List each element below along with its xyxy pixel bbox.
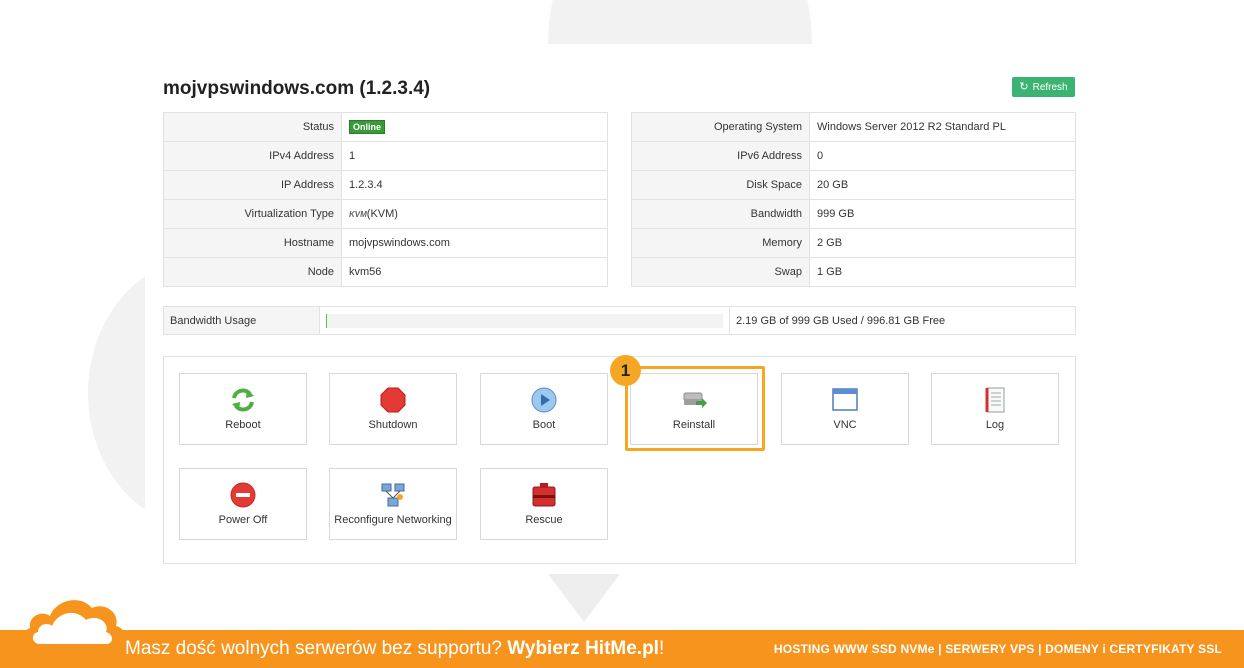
reboot-button[interactable]: Reboot — [179, 373, 307, 445]
refresh-icon: ↻ — [1019, 80, 1029, 93]
background-arc — [548, 0, 812, 44]
info-row: Disk Space 20 GB — [631, 170, 1076, 200]
reconfigure-networking-label: Reconfigure Networking — [334, 514, 452, 526]
boot-label: Boot — [532, 419, 556, 431]
info-key: IPv6 Address — [631, 141, 810, 171]
footer-suffix: ! — [658, 638, 665, 659]
log-label: Log — [985, 419, 1005, 431]
info-value: Windows Server 2012 R2 Standard PL — [809, 112, 1076, 142]
refresh-button[interactable]: ↻ Refresh — [1012, 77, 1075, 97]
info-row: Node kvm56 — [163, 257, 608, 287]
info-key: Virtualization Type — [163, 199, 342, 229]
rescue-button[interactable]: Rescue — [480, 468, 608, 540]
page-title: mojvpswindows.com (1.2.3.4) — [163, 78, 431, 99]
info-row: Memory 2 GB — [631, 228, 1076, 258]
bandwidth-summary: 2.19 GB of 999 GB Used / 996.81 GB Free — [736, 314, 946, 327]
info-value: 1.2.3.4 — [341, 170, 608, 200]
footer-slogan: Masz dość wolnych serwerów bez supportu?… — [125, 638, 664, 660]
bandwidth-bar-cell — [320, 307, 730, 334]
step-number-badge: 1 — [610, 355, 641, 386]
info-row: IP Address 1.2.3.4 — [163, 170, 608, 200]
cloud-logo-icon — [21, 600, 126, 650]
power-off-icon — [230, 482, 256, 508]
bandwidth-progress-fill — [326, 313, 327, 328]
vnc-label: VNC — [833, 419, 857, 431]
info-key: Operating System — [631, 112, 810, 142]
info-key: Memory — [631, 228, 810, 258]
info-key: Swap — [631, 257, 810, 287]
virtualization-value: (KVM) — [366, 208, 398, 220]
info-row: Status Online — [163, 112, 608, 142]
info-value: 1 GB — [809, 257, 1076, 287]
shutdown-icon — [380, 387, 406, 413]
power-off-label: Power Off — [218, 514, 268, 526]
info-key: Bandwidth — [631, 199, 810, 229]
info-row: Hostname mojvpswindows.com — [163, 228, 608, 258]
info-value: KVM(KVM) — [341, 199, 608, 229]
status-badge: Online — [349, 120, 386, 134]
info-value: 1 — [341, 141, 608, 171]
bandwidth-usage-row: Bandwidth Usage 2.19 GB of 999 GB Used /… — [163, 306, 1076, 335]
background-triangle — [548, 574, 620, 622]
info-key: Node — [163, 257, 342, 287]
network-icon — [380, 482, 406, 508]
shutdown-label: Shutdown — [368, 419, 418, 431]
bandwidth-usage-label: Bandwidth Usage — [164, 307, 320, 334]
rescue-label: Rescue — [525, 514, 563, 526]
info-row: IPv6 Address 0 — [631, 141, 1076, 171]
boot-icon — [531, 387, 557, 413]
reboot-label: Reboot — [225, 419, 261, 431]
info-value: 20 GB — [809, 170, 1076, 200]
vnc-window-icon — [832, 387, 858, 413]
info-key: Status — [163, 112, 342, 142]
info-key: Disk Space — [631, 170, 810, 200]
footer-text: Masz dość wolnych serwerów bez supportu? — [125, 638, 508, 659]
bandwidth-progress-bar — [326, 313, 723, 328]
log-document-icon — [982, 387, 1008, 413]
log-button[interactable]: Log — [931, 373, 1059, 445]
info-key: IPv4 Address — [163, 141, 342, 171]
power-off-button[interactable]: Power Off — [179, 468, 307, 540]
info-row: Virtualization Type KVM(KVM) — [163, 199, 608, 229]
kvm-logo: KVM — [349, 210, 367, 219]
info-row: IPv4 Address 1 — [163, 141, 608, 171]
boot-button[interactable]: Boot — [480, 373, 608, 445]
info-key: IP Address — [163, 170, 342, 200]
reconfigure-networking-button[interactable]: Reconfigure Networking — [329, 468, 457, 540]
info-row: Bandwidth 999 GB — [631, 199, 1076, 229]
info-row: Operating System Windows Server 2012 R2 … — [631, 112, 1076, 142]
info-value: 0 — [809, 141, 1076, 171]
footer-services: HOSTING WWW SSD NVMe | SERWERY VPS | DOM… — [773, 642, 1222, 656]
server-info-table-right: Operating System Windows Server 2012 R2 … — [631, 112, 1076, 287]
vnc-button[interactable]: VNC — [781, 373, 909, 445]
info-value: kvm56 — [341, 257, 608, 287]
info-value: mojvpswindows.com — [341, 228, 608, 258]
info-row: Swap 1 GB — [631, 257, 1076, 287]
shutdown-button[interactable]: Shutdown — [329, 373, 457, 445]
info-value: 999 GB — [809, 199, 1076, 229]
rescue-icon — [531, 482, 557, 508]
footer-brand[interactable]: Wybierz HitMe.pl — [507, 638, 659, 659]
info-value: 2 GB — [809, 228, 1076, 258]
reinstall-highlight-box — [625, 366, 765, 451]
info-key: Hostname — [163, 228, 342, 258]
reboot-icon — [230, 387, 256, 413]
info-value: Online — [341, 112, 608, 142]
server-info-table-left: Status Online IPv4 Address 1 IP Address … — [163, 112, 608, 287]
refresh-label: Refresh — [1032, 81, 1068, 93]
